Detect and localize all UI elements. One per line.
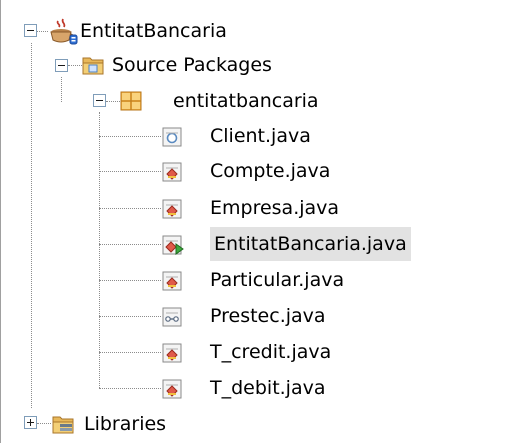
tree-guide bbox=[99, 316, 161, 317]
java-class-icon bbox=[162, 343, 182, 363]
tree-guide bbox=[37, 31, 48, 32]
tree-node-file[interactable]: Compte.java bbox=[162, 154, 330, 188]
tree-guide bbox=[99, 171, 161, 172]
file-label: EntitatBancaria.java bbox=[210, 227, 411, 261]
java-enum-icon bbox=[162, 307, 182, 327]
tree-node-file[interactable]: Client.java bbox=[162, 119, 311, 153]
file-label: T_credit.java bbox=[210, 341, 332, 363]
tree-guide bbox=[99, 136, 161, 137]
source-folder-icon bbox=[82, 57, 104, 75]
tree-node-file[interactable]: Empresa.java bbox=[162, 191, 339, 225]
java-class-icon bbox=[162, 271, 182, 291]
tree-node-file[interactable]: T_credit.java bbox=[162, 335, 331, 369]
file-label: T_debit.java bbox=[210, 377, 326, 399]
java-class-icon bbox=[162, 199, 182, 219]
file-label: Client.java bbox=[210, 125, 311, 147]
tree-guide bbox=[99, 244, 161, 245]
java-main-class-icon bbox=[162, 235, 184, 255]
tree-guide bbox=[68, 65, 82, 66]
tree-guide bbox=[99, 388, 161, 389]
file-label: Empresa.java bbox=[210, 197, 340, 219]
source-packages-label: Source Packages bbox=[112, 54, 272, 76]
tree-guide bbox=[99, 352, 161, 353]
file-label: Particular.java bbox=[210, 269, 345, 291]
libraries-icon bbox=[52, 416, 74, 434]
tree-guide bbox=[106, 101, 120, 102]
java-class-icon bbox=[162, 162, 182, 182]
collapse-project-toggle[interactable] bbox=[24, 24, 37, 37]
tree-guide bbox=[31, 43, 32, 408]
tree-guide bbox=[61, 77, 62, 102]
project-tree: EntitatBancaria Source Packages entitatb… bbox=[0, 0, 508, 443]
tree-guide bbox=[99, 280, 161, 281]
tree-node-package[interactable]: entitatbancaria bbox=[120, 84, 319, 118]
collapse-source-packages-toggle[interactable] bbox=[55, 59, 68, 72]
java-interface-icon bbox=[162, 127, 182, 147]
tree-node-file[interactable]: Particular.java bbox=[162, 263, 344, 297]
tree-node-file[interactable]: T_debit.java bbox=[162, 371, 326, 405]
libraries-label: Libraries bbox=[84, 413, 167, 435]
tree-guide bbox=[37, 423, 51, 424]
file-label: Prestec.java bbox=[210, 305, 326, 327]
collapse-package-toggle[interactable] bbox=[93, 94, 106, 107]
tree-node-project[interactable]: EntitatBancaria bbox=[50, 14, 227, 48]
expand-libraries-toggle[interactable] bbox=[24, 416, 37, 429]
tree-guide bbox=[99, 208, 161, 209]
tree-guide bbox=[99, 112, 100, 388]
tree-border bbox=[0, 0, 1, 443]
tree-node-file[interactable]: Prestec.java bbox=[162, 299, 326, 333]
java-project-icon bbox=[50, 18, 78, 45]
java-class-icon bbox=[162, 379, 182, 399]
package-label: entitatbancaria bbox=[173, 90, 319, 112]
tree-node-libraries[interactable]: Libraries bbox=[52, 407, 166, 441]
tree-node-file-selected[interactable]: EntitatBancaria.java bbox=[162, 227, 411, 261]
package-icon bbox=[120, 91, 142, 111]
tree-node-source-packages[interactable]: Source Packages bbox=[82, 48, 272, 82]
file-label: Compte.java bbox=[210, 160, 331, 182]
project-label: EntitatBancaria bbox=[80, 20, 227, 42]
